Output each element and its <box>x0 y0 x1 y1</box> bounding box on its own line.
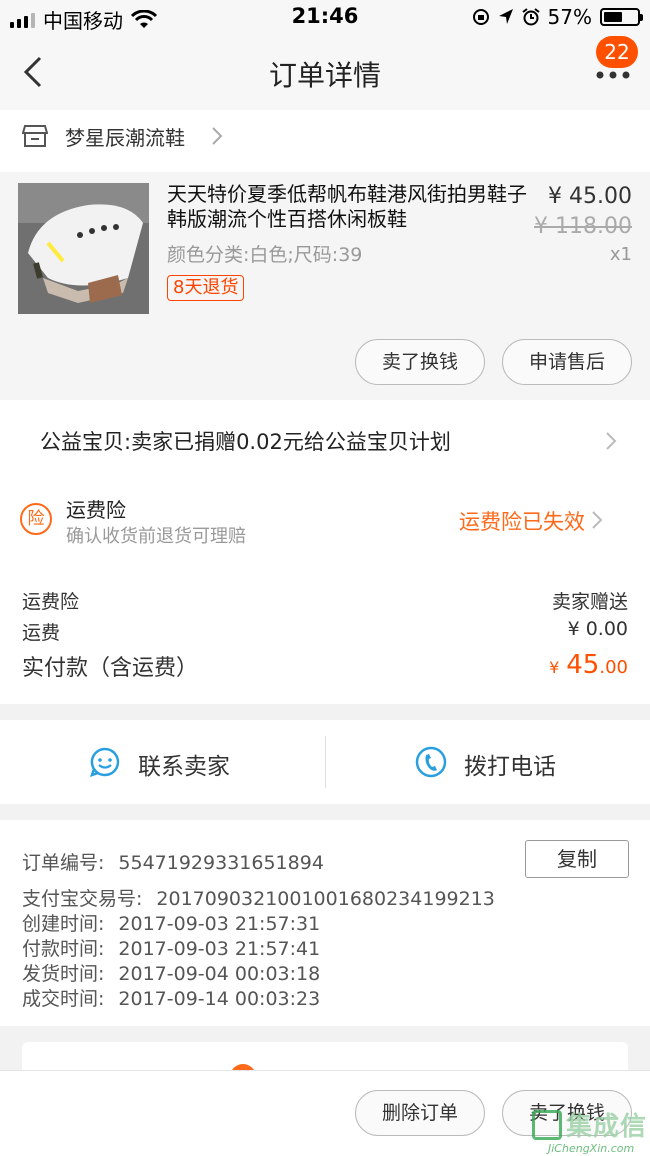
watermark-logo: 集成信 <box>532 1106 647 1143</box>
insurance-title: 运费险 <box>66 498 126 522</box>
call-phone-label: 拨打电话 <box>464 754 556 780</box>
shipped-time: 2017-09-04 00:03:18 <box>118 963 321 985</box>
product-quantity: x1 <box>609 244 632 265</box>
apply-aftersale-button[interactable]: 申请售后 <box>502 339 632 385</box>
paid-time-row: 付款时间: 2017-09-03 21:57:41 <box>22 934 320 961</box>
nav-bar: 订单详情 22 <box>0 36 650 110</box>
return-policy-tag: 8天退货 <box>167 275 245 301</box>
product-title[interactable]: 天天特价夏季低帮帆布鞋港风街拍男鞋子韩版潮流个性百搭休闲板鞋 <box>167 182 532 232</box>
completed-time-label: 成交时间: <box>22 988 105 1010</box>
location-icon <box>498 9 513 24</box>
watermark-box-icon <box>532 1109 562 1140</box>
shop-row[interactable]: 梦星辰潮流鞋 <box>0 110 650 172</box>
call-phone-button[interactable]: 拨打电话 <box>325 720 650 804</box>
product-price: ¥ 45.00 <box>548 184 632 209</box>
watermark-url: JiChengXin.com <box>548 1142 635 1155</box>
paid-integer: 45 <box>566 650 600 680</box>
insurance-subtitle: 确认收货前退货可理赔 <box>66 526 246 547</box>
paid-time: 2017-09-03 21:57:41 <box>118 938 321 960</box>
phone-icon <box>415 746 447 778</box>
chat-smile-icon <box>90 747 120 777</box>
fee-insurance-label: 运费险 <box>22 591 80 613</box>
created-time: 2017-09-03 21:57:31 <box>118 913 321 935</box>
shipped-time-row: 发货时间: 2017-09-04 00:03:18 <box>22 959 320 986</box>
order-info: 订单编号: 55471929331651894 复制 支付宝交易号: 2017090… <box>0 820 650 1026</box>
insurance-status[interactable]: 运费险已失效 <box>459 506 585 536</box>
contact-bar: 联系卖家 拨打电话 <box>0 720 650 804</box>
fee-summary: 运费险 卖家赠送 运费 ¥ 0.00 实付款（含运费） ¥ 45.00 <box>0 564 650 704</box>
charity-row[interactable]: 公益宝贝:卖家已捐赠0.02元给公益宝贝计划 <box>0 400 650 482</box>
product-sku: 颜色分类:白色;尺码:39 <box>167 244 363 266</box>
insurance-icon: 险 <box>20 503 52 535</box>
chevron-right-icon <box>592 511 603 529</box>
alipay-number-label: 支付宝交易号: <box>22 888 143 910</box>
fee-shipping-value: ¥ 0.00 <box>567 618 628 640</box>
alipay-number-row: 支付宝交易号: 2017090321001001680234199213 <box>22 884 495 911</box>
order-number-label: 订单编号: <box>22 852 105 874</box>
rotation-lock-icon <box>472 9 489 25</box>
created-time-row: 创建时间: 2017-09-03 21:57:31 <box>22 909 320 936</box>
contact-seller-button[interactable]: 联系卖家 <box>0 720 325 804</box>
alarm-icon <box>521 8 540 26</box>
product-original-price: ¥ 118.00 <box>534 214 632 239</box>
product-thumbnail[interactable] <box>18 183 149 314</box>
status-bar: 中国移动 21:46 57% <box>0 0 650 36</box>
order-number-row: 订单编号: 55471929331651894 <box>22 848 324 875</box>
shipping-insurance-row[interactable]: 险 运费险 确认收货前退货可理赔 运费险已失效 <box>0 482 650 564</box>
sell-for-cash-button[interactable]: 卖了换钱 <box>355 339 485 385</box>
shop-icon <box>22 125 48 147</box>
paid-time-label: 付款时间: <box>22 938 105 960</box>
message-badge: 22 <box>596 36 638 68</box>
fee-shipping-label: 运费 <box>22 622 61 644</box>
battery-icon <box>600 8 643 26</box>
chevron-right-icon <box>212 127 223 145</box>
shop-name[interactable]: 梦星辰潮流鞋 <box>65 122 185 151</box>
completed-time-row: 成交时间: 2017-09-14 00:03:23 <box>22 984 320 1011</box>
watermark-text: 集成信 <box>566 1112 648 1142</box>
paid-decimal: .00 <box>599 657 628 678</box>
created-time-label: 创建时间: <box>22 913 105 935</box>
contact-seller-label: 联系卖家 <box>138 754 230 780</box>
order-number: 55471929331651894 <box>118 852 324 874</box>
completed-time: 2017-09-14 00:03:23 <box>118 988 321 1010</box>
copy-button[interactable]: 复制 <box>525 840 629 878</box>
page-title: 订单详情 <box>268 59 381 92</box>
fee-insurance-value: 卖家赠送 <box>551 591 628 613</box>
shipped-time-label: 发货时间: <box>22 963 105 985</box>
more-dots-icon[interactable] <box>596 70 630 80</box>
chevron-right-icon <box>606 432 617 450</box>
battery-percent: 57% <box>547 5 592 29</box>
paid-currency: ¥ <box>549 658 560 677</box>
alipay-number: 2017090321001001680234199213 <box>156 888 495 910</box>
paid-amount: ¥ 45.00 <box>549 650 628 680</box>
sneaker-image <box>18 183 149 314</box>
paid-amount-label: 实付款（含运费） <box>22 656 199 681</box>
product-card[interactable]: 天天特价夏季低帮帆布鞋港风街拍男鞋子韩版潮流个性百搭休闲板鞋 颜色分类:白色;尺… <box>0 172 650 400</box>
charity-text: 公益宝贝:卖家已捐赠0.02元给公益宝贝计划 <box>40 430 451 454</box>
delete-order-button[interactable]: 删除订单 <box>355 1090 485 1136</box>
